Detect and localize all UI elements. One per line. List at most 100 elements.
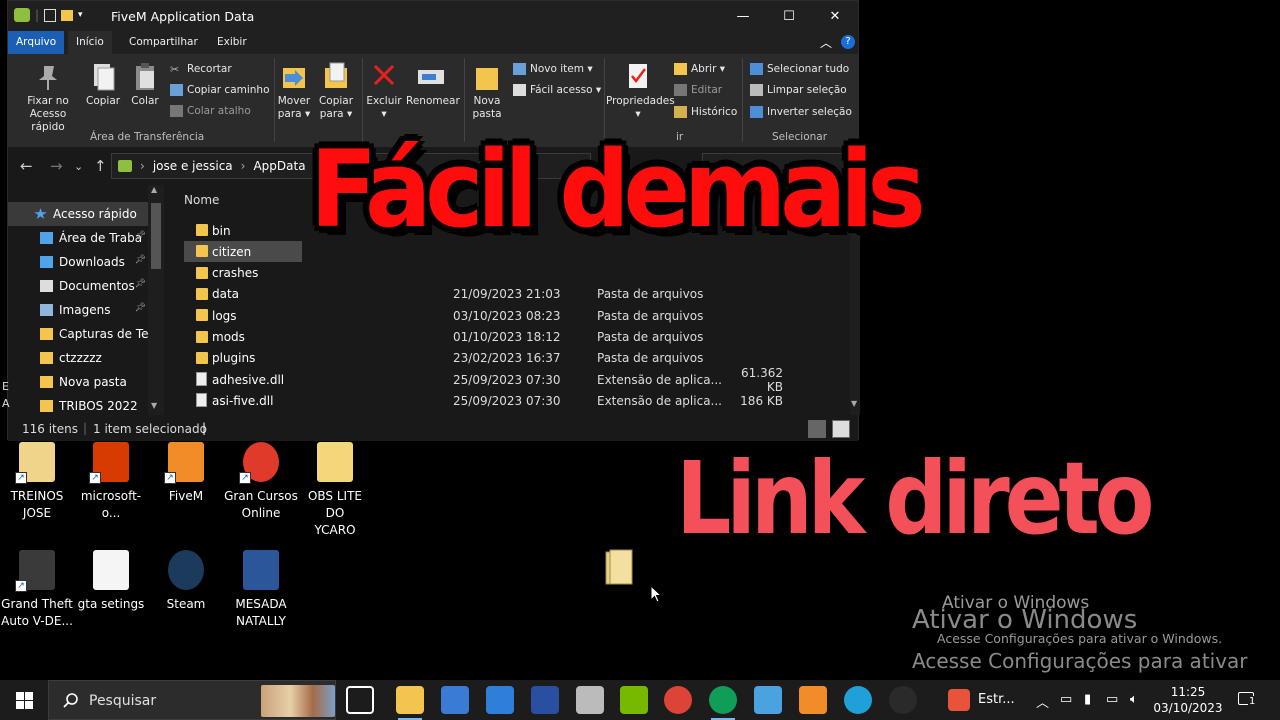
nav-scroll-thumb[interactable] xyxy=(151,203,161,269)
back-arrow-icon[interactable]: ← xyxy=(20,157,33,175)
desktop-icon-treinos-jose[interactable]: ↗ TREINOS JOSE xyxy=(0,440,74,522)
desktop-icon-mesada-natally[interactable]: MESADA NATALLY xyxy=(224,548,298,630)
copy-path-button[interactable]: Copiar caminho xyxy=(170,84,270,96)
help-icon[interactable]: ? xyxy=(841,35,855,49)
new-folder-button[interactable]: Nova pasta xyxy=(470,60,504,121)
history-button[interactable]: Histórico xyxy=(674,106,737,118)
pin-quick-access-button[interactable]: Fixar no Acesso rápido xyxy=(14,60,82,134)
cut-button[interactable]: ✂ Recortar xyxy=(170,63,232,76)
properties-qat-icon[interactable] xyxy=(44,8,57,22)
select-all-button[interactable]: Selecionar tudo xyxy=(750,63,849,75)
desktop-icon-fivem[interactable]: ↗ FiveM xyxy=(149,440,223,505)
mail-icon[interactable] xyxy=(486,686,514,714)
new-item-button[interactable]: Novo item ▾ xyxy=(513,63,593,75)
recent-chevron-icon[interactable]: ⌄ xyxy=(74,160,83,173)
tab-exibir[interactable]: Exibir xyxy=(209,31,255,54)
maximize-button[interactable]: ☐ xyxy=(766,1,812,31)
open-button[interactable]: Abrir ▾ xyxy=(674,63,725,75)
up-arrow-icon[interactable]: ↑ xyxy=(94,157,107,175)
details-view-button[interactable] xyxy=(808,420,826,438)
start-button[interactable] xyxy=(0,680,48,720)
properties-button[interactable]: Propriedades ▾ xyxy=(606,60,675,121)
scroll-down-icon[interactable]: ▼ xyxy=(151,401,157,410)
desktop-icon-steam[interactable]: Steam xyxy=(149,548,223,613)
rename-button[interactable]: Renomear xyxy=(406,60,460,108)
file-row[interactable]: data 21/09/2023 21:03 Pasta de arquivos xyxy=(184,284,846,305)
dragged-folder-icon[interactable] xyxy=(604,548,634,588)
column-header-name[interactable]: Nome xyxy=(184,193,219,207)
file-row[interactable]: logs 03/10/2023 08:23 Pasta de arquivos xyxy=(184,305,846,326)
file-scroll-down-icon[interactable]: ▼ xyxy=(851,399,857,408)
tab-arquivo[interactable]: Arquivo xyxy=(8,31,64,54)
copy-button[interactable]: Copiar xyxy=(86,60,120,108)
nav-item[interactable]: Imagens 📌︎ xyxy=(8,298,148,322)
minimize-button[interactable]: — xyxy=(720,1,766,31)
nav-item[interactable]: Documentos 📌︎ xyxy=(8,274,148,298)
customize-qat-chevron-icon[interactable]: ▾ xyxy=(78,10,83,20)
taskbar-search[interactable]: Pesquisar xyxy=(48,680,336,720)
tab-inicio[interactable]: Início xyxy=(68,31,112,54)
desktop-icon-gran-cursos[interactable]: ↗ Gran Cursos Online xyxy=(224,440,298,522)
notification-center-button[interactable]: 1 xyxy=(1236,690,1258,710)
edit-button[interactable]: Editar xyxy=(674,84,722,96)
volume-icon[interactable]: 🔈︎ xyxy=(1130,692,1138,707)
navigation-pane: Acesso rápido Área de Traba 📌︎ Downloads 📌︎ D… xyxy=(8,185,164,415)
file-explorer-taskbar-icon[interactable] xyxy=(396,686,424,720)
chrome-profile-icon[interactable] xyxy=(709,686,737,720)
scroll-up-icon[interactable]: ▲ xyxy=(151,185,157,194)
calculator-spreadsheet-icon[interactable] xyxy=(531,686,559,714)
copy-folder-icon xyxy=(321,60,351,92)
meet-now-icon[interactable]: ▭ xyxy=(1060,692,1072,707)
desktop-icon-obs-lite[interactable]: OBS LITE DO YCARO xyxy=(298,440,372,539)
taskbar-app-stremio[interactable]: Estr... xyxy=(944,686,1016,714)
easy-access-button[interactable]: Fácil acesso ▾ xyxy=(513,84,601,96)
breadcrumb-user[interactable]: jose e jessica xyxy=(153,159,233,173)
nav-item[interactable]: Nova pasta xyxy=(8,370,148,394)
task-view-icon[interactable] xyxy=(346,686,374,714)
file-row[interactable]: asi-five.dll 25/09/2023 07:30 Extensão de … xyxy=(184,390,846,411)
desktop-icon-microsoft-office[interactable]: ↗ microsoft-o... xyxy=(74,440,148,522)
desktop-icon-gta-settings[interactable]: gta setings xyxy=(74,548,148,613)
chrome-icon[interactable] xyxy=(664,686,692,714)
nav-item[interactable]: TRIBOS 2022 xyxy=(8,394,148,418)
forward-arrow-icon[interactable]: → xyxy=(50,157,63,175)
nav-item[interactable]: Área de Traba 📌︎ xyxy=(8,226,148,250)
paste-shortcut-button[interactable]: Colar atalho xyxy=(170,105,251,117)
file-row[interactable]: crashes xyxy=(184,263,846,284)
nav-item[interactable]: Downloads 📌︎ xyxy=(8,250,148,274)
microphone-icon[interactable]: ▮ xyxy=(1084,692,1091,707)
copy-to-button[interactable]: Copiar para ▾ xyxy=(318,60,354,121)
obs-icon[interactable] xyxy=(889,686,917,714)
move-to-button[interactable]: Mover para ▾ xyxy=(276,60,312,121)
show-hidden-icons-chevron[interactable]: ︿ xyxy=(1036,692,1049,711)
nav-scrollbar[interactable]: ▲ ▼ xyxy=(148,185,164,415)
file-size: 186 KB xyxy=(740,393,783,408)
new-folder-qat-icon[interactable] xyxy=(61,9,74,21)
invert-selection-button[interactable]: Inverter seleção xyxy=(750,106,852,118)
collapse-ribbon-chevron-icon[interactable]: ︿ xyxy=(820,34,832,51)
file-row[interactable]: adhesive.dll 25/09/2023 07:30 Extensão de … xyxy=(184,366,846,394)
close-button[interactable]: ✕ xyxy=(812,1,858,31)
folder-icon xyxy=(40,328,53,340)
network-icon[interactable]: ▭ xyxy=(1106,692,1118,707)
file-row[interactable]: mods 01/10/2023 18:12 Pasta de arquivos xyxy=(184,327,846,348)
game-launcher-icon[interactable] xyxy=(576,686,604,714)
microsoft-store-icon[interactable] xyxy=(441,686,469,714)
paste-button[interactable]: Colar xyxy=(128,60,162,108)
breadcrumb-appdata[interactable]: AppData xyxy=(253,159,305,173)
nav-item-label: Imagens xyxy=(59,303,111,317)
edge-icon[interactable] xyxy=(844,686,872,714)
nav-item[interactable]: ctzzzzz xyxy=(8,346,148,370)
large-icons-view-button[interactable] xyxy=(832,420,850,438)
clear-selection-button[interactable]: Limpar seleção xyxy=(750,84,847,96)
nav-item[interactable]: Capturas de Tela xyxy=(8,322,148,346)
remote-desktop-icon[interactable] xyxy=(754,686,782,714)
fivem-taskbar-icon[interactable] xyxy=(799,686,827,714)
nvidia-icon[interactable] xyxy=(620,686,648,714)
taskbar-clock[interactable]: 11:25 03/10/2023 xyxy=(1153,684,1223,716)
desktop-icon-gta-v[interactable]: ↗ Grand Theft Auto V-DE... xyxy=(0,548,74,630)
delete-button[interactable]: Excluir ▾ xyxy=(366,60,402,121)
tab-compartilhar[interactable]: Compartilhar xyxy=(121,31,206,54)
file-row[interactable]: citizen xyxy=(184,241,302,263)
nav-item[interactable]: Acesso rápido xyxy=(8,202,148,226)
